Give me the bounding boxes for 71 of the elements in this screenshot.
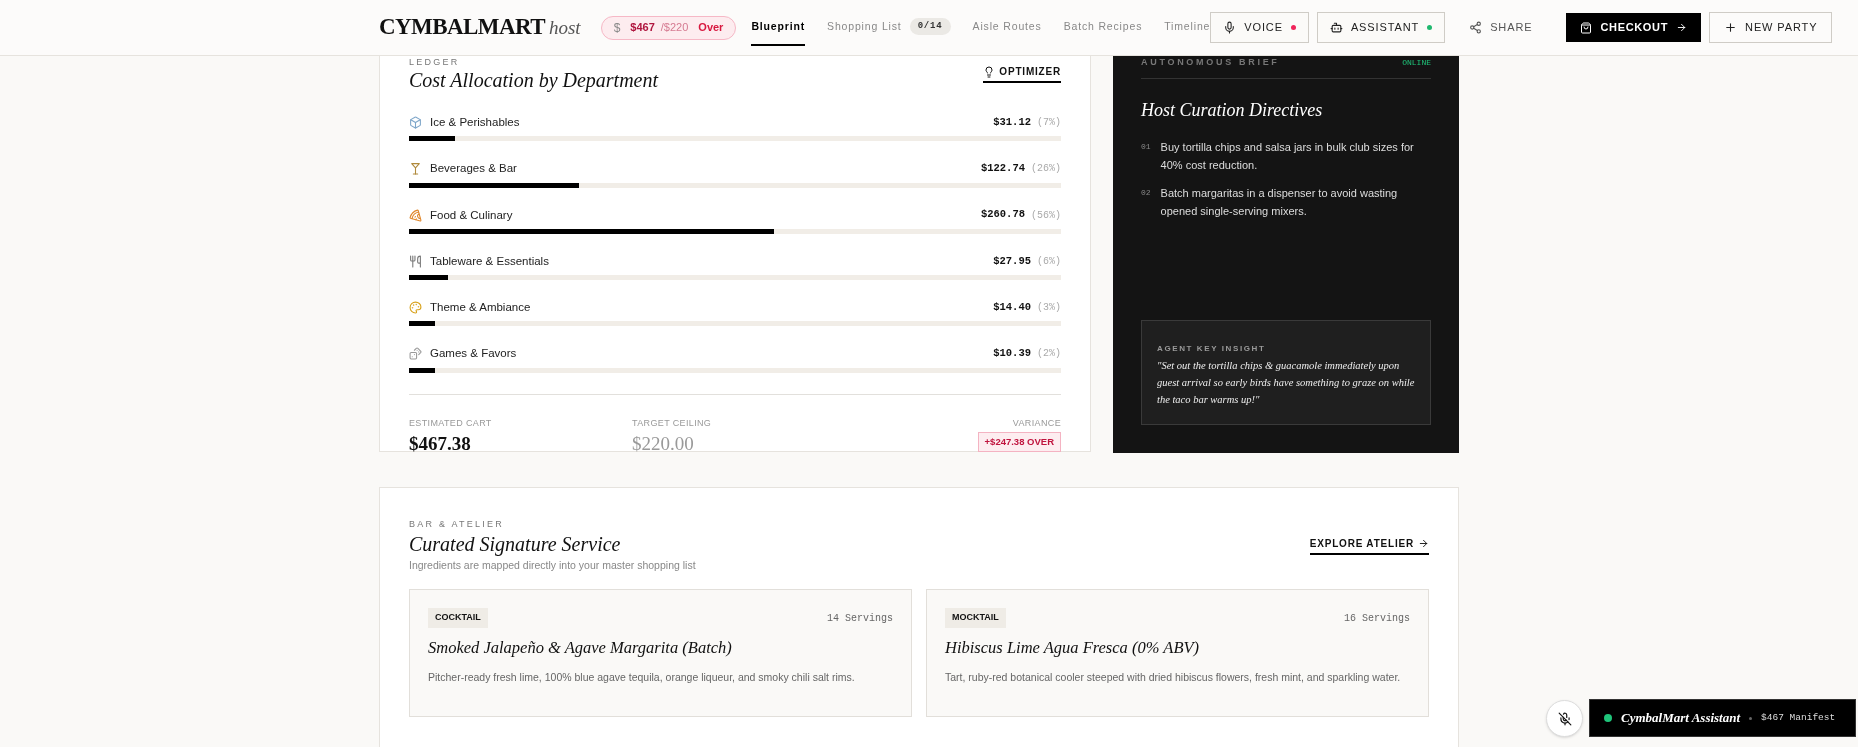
nav-tab[interactable]: Timeline <box>1164 9 1211 46</box>
panel-eyebrow: AUTONOMOUS BRIEF <box>1141 56 1280 69</box>
drink-description: Pitcher-ready fresh lime, 100% blue agave tequila, orange liqueur, and smoky chili salt rims. <box>428 669 856 685</box>
department-amount: $14.40 <box>993 299 1031 315</box>
nav-tab[interactable]: Batch Recipes <box>1063 9 1143 46</box>
budget-spent: $467 <box>630 20 655 36</box>
department-share: (3%) <box>1037 301 1061 316</box>
dollar-icon: $ <box>613 18 621 37</box>
servings-count: 16 Servings <box>1344 611 1410 626</box>
department-name: Theme & Ambiance <box>430 300 531 315</box>
insight-quote: "Set out the tortilla chips & guacamole immediately upon guest arrival so early birds have something to graze on while the taco bar warms up!" <box>1157 359 1415 407</box>
budget-pill[interactable]: $ $467 /$220 Over <box>600 15 737 40</box>
count-badge: 0/14 <box>909 17 951 36</box>
department-share: (26%) <box>1031 162 1061 177</box>
variance-badge: +$247.38 OVER <box>977 432 1061 453</box>
nav-tab[interactable]: Blueprint <box>751 9 806 46</box>
assistant-title: CymbalMart Assistant <box>1621 709 1741 728</box>
section-title: Curated Signature Service <box>409 531 622 556</box>
nav-tab[interactable]: Aisle Routes <box>972 9 1042 46</box>
panel-title: Host Curation Directives <box>1141 98 1324 122</box>
drink-tag: COCKTAIL <box>428 608 488 628</box>
estimated-value: $467.38 <box>409 432 472 456</box>
department-share: (56%) <box>1031 208 1061 223</box>
department-amount: $27.95 <box>993 253 1031 269</box>
logo[interactable]: CYMBALMART <box>379 10 545 45</box>
section-eyebrow: BAR & ATELIER <box>409 518 506 531</box>
new-party-button[interactable]: NEW PARTY <box>1709 12 1833 43</box>
target-label: TARGET CEILING <box>632 416 713 430</box>
section-subtitle: Ingredients are mapped directly into your master shopping list <box>409 557 696 573</box>
department-share: (7%) <box>1037 116 1061 131</box>
share-button[interactable]: SHARE <box>1453 12 1549 43</box>
budget-ceiling: /$220 <box>660 20 689 36</box>
status-label: ONLINE <box>1402 56 1431 69</box>
department-name: Games & Favors <box>430 346 517 362</box>
nav-tab[interactable]: Shopping List 0/14 <box>827 9 951 46</box>
estimated-label: ESTIMATED CART <box>409 416 493 430</box>
drink-name: Hibiscus Lime Agua Fresca (0% ABV) <box>945 636 1201 659</box>
department-name: Ice & Perishables <box>430 115 520 130</box>
drink-tag: MOCKTAIL <box>945 608 1006 628</box>
budget-status: Over <box>698 20 724 36</box>
drink-card[interactable]: MOCKTAIL 16 Servings Hibiscus Lime Agua Fresca (0% ABV) Tart, ruby-red botanical cooler steeped with dried hibiscus flowers, fresh mint, and sparkling water. <box>926 589 1429 718</box>
assistant-bar[interactable]: CymbalMart Assistant $467 Manifest <box>1589 699 1856 737</box>
variance-label: VARIANCE <box>1012 416 1061 430</box>
servings-count: 14 Servings <box>827 611 893 626</box>
target-value: $220.00 <box>632 432 695 456</box>
insight-label: AGENT KEY INSIGHT <box>1157 343 1267 355</box>
checkout-button[interactable]: CHECKOUT <box>1566 13 1702 42</box>
manifest-label: $467 Manifest <box>1761 710 1836 725</box>
voice-button[interactable]: VOICE <box>1210 12 1309 43</box>
optimizer-link[interactable]: OPTIMIZER <box>983 64 1061 83</box>
directive-number: 01 <box>1141 140 1151 153</box>
directive-text: Batch margaritas in a dispenser to avoid wasting opened single-serving mixers. <box>1160 185 1399 219</box>
directive-text: Buy tortilla chips and salsa jars in bulk club sizes for 40% cost reduction. <box>1160 139 1415 173</box>
drink-name: Smoked Jalapeño & Agave Margarita (Batch) <box>428 636 733 659</box>
department-name: Food & Culinary <box>430 207 513 223</box>
department-name: Tableware & Essentials <box>430 253 549 269</box>
section-title: Cost Allocation by Department <box>409 68 659 92</box>
department-amount: $260.78 <box>980 207 1025 223</box>
drink-description: Tart, ruby-red botanical cooler steeped with dried hibiscus flowers, fresh mint, and sparkling water. <box>945 669 1402 685</box>
department-share: (2%) <box>1037 347 1061 362</box>
directive-number: 02 <box>1141 186 1151 199</box>
logo-suffix: host <box>548 16 581 41</box>
drink-card[interactable]: COCKTAIL 14 Servings Smoked Jalapeño & Agave Margarita (Batch) Pitcher-ready fresh lime, 100% blue agave tequila, orange liqueur, and smoky chili salt rims. <box>409 589 912 718</box>
department-amount: $122.74 <box>980 161 1025 176</box>
explore-link[interactable]: EXPLORE ATELIER <box>1309 536 1429 555</box>
section-eyebrow: LEDGER <box>409 56 461 68</box>
department-amount: $31.12 <box>993 114 1031 130</box>
department-amount: $10.39 <box>993 346 1031 361</box>
department-share: (6%) <box>1037 254 1061 269</box>
assistant-button[interactable]: ASSISTANT <box>1316 12 1446 43</box>
department-name: Beverages & Bar <box>430 161 517 177</box>
